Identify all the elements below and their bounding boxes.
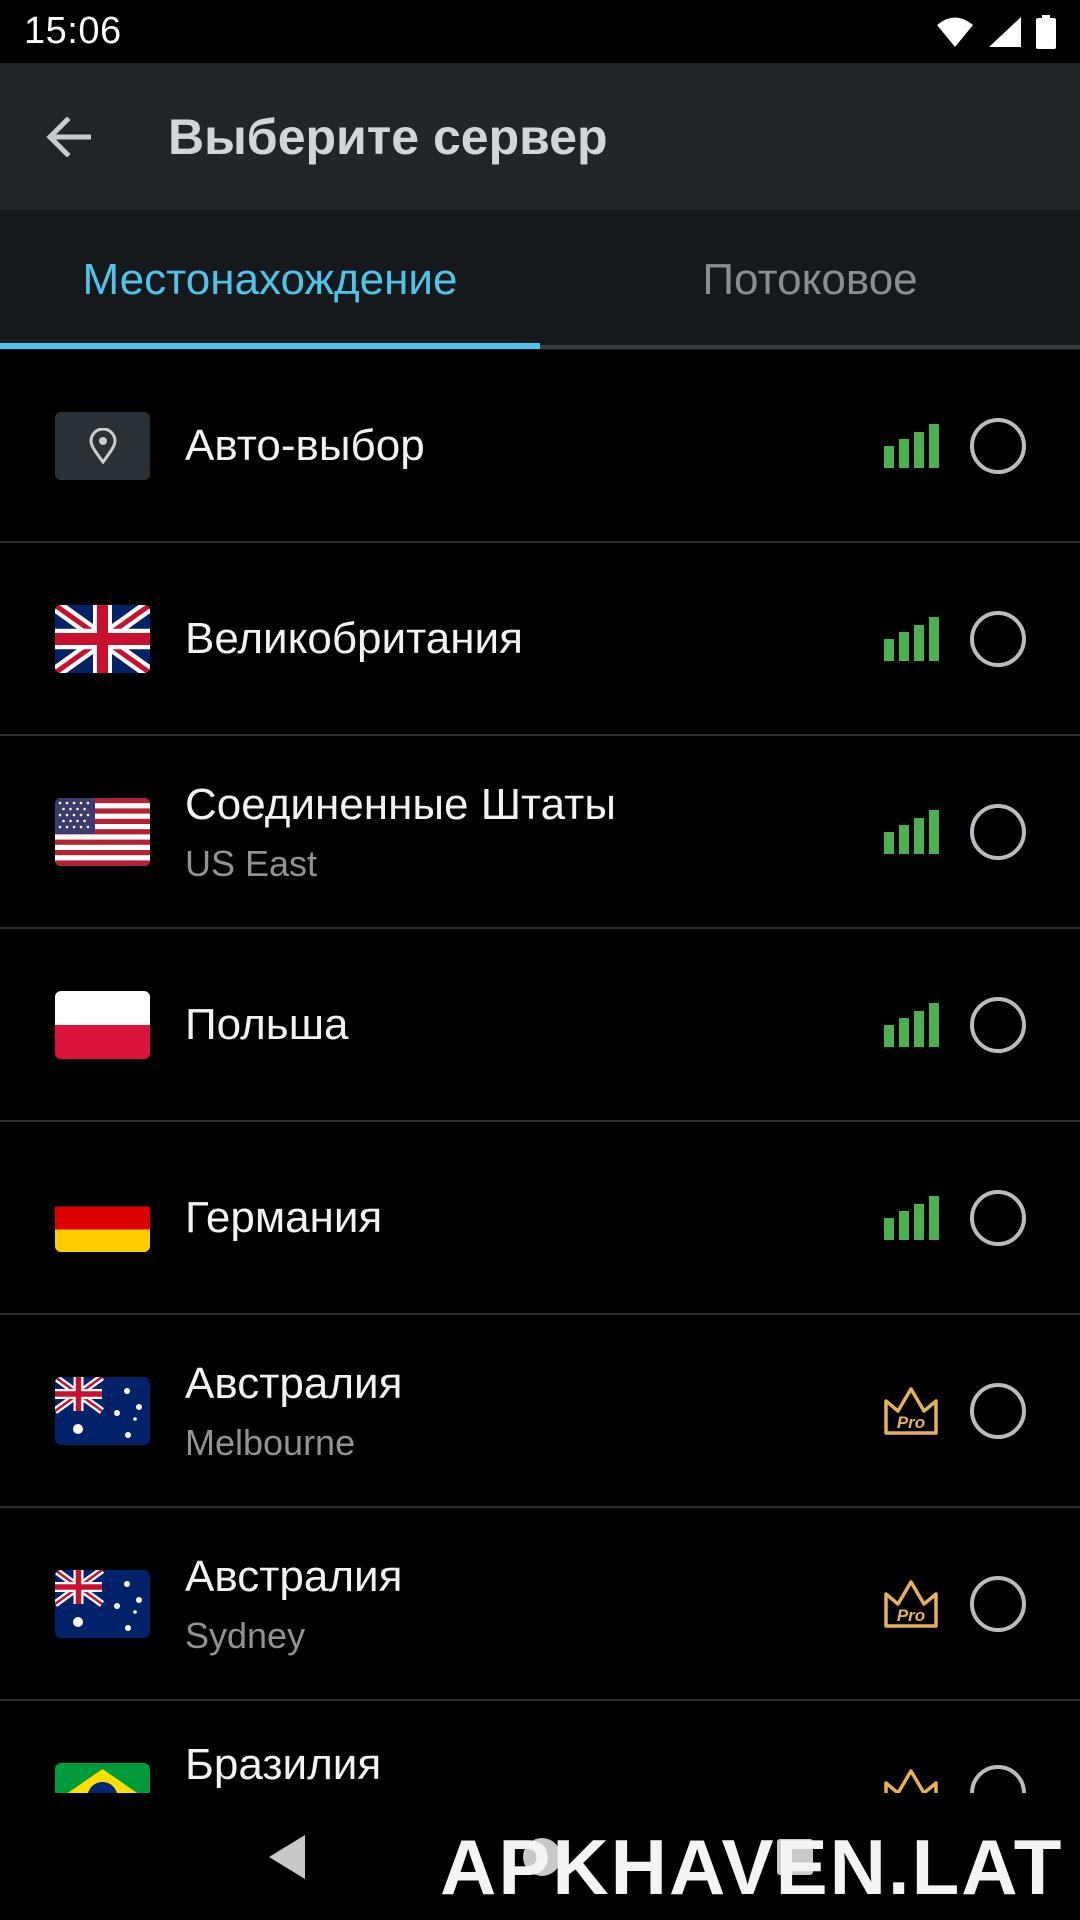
- server-name: Германия: [185, 1192, 383, 1242]
- server-row-brazil[interactable]: Бразилия: [0, 1701, 1080, 1793]
- signal-strength-icon: [884, 1195, 939, 1240]
- server-name: Австралия: [185, 1358, 403, 1408]
- pro-label: Pro: [897, 1606, 925, 1625]
- tab-divider: [540, 345, 1080, 349]
- server-texts: Германия: [185, 1190, 382, 1246]
- app-toolbar: Выберите сервер: [0, 63, 1080, 210]
- australia-flag-icon: [55, 1376, 150, 1445]
- tab-location[interactable]: Местонахождение: [0, 210, 540, 350]
- signal-strength-icon: [884, 616, 939, 661]
- cell-signal-icon: [989, 16, 1021, 47]
- status-time: 15:06: [24, 10, 122, 52]
- server-row-us-east[interactable]: Соединенные Штаты US East: [0, 736, 1080, 929]
- server-row-germany[interactable]: Германия: [0, 1122, 1080, 1315]
- server-texts: Австралия Sydney: [185, 1549, 402, 1659]
- server-name: Авто-выбор: [185, 420, 425, 470]
- pro-crown-icon: Pro: [884, 1579, 938, 1628]
- server-name: Соединенные Штаты: [185, 779, 616, 829]
- battery-icon: [1036, 14, 1056, 49]
- server-city: US East: [185, 842, 318, 884]
- server-name: Бразилия: [185, 1740, 382, 1789]
- server-row-uk[interactable]: Великобритания: [0, 543, 1080, 736]
- server-texts: Авто-выбор: [185, 418, 425, 474]
- server-texts: Польша: [185, 997, 349, 1053]
- server-name: Польша: [185, 999, 349, 1049]
- germany-flag-icon: [55, 1183, 150, 1252]
- pro-crown-icon: [884, 1769, 938, 1793]
- select-radio[interactable]: [970, 1382, 1026, 1439]
- brazil-flag-icon: [55, 1763, 150, 1793]
- select-radio[interactable]: [970, 803, 1026, 860]
- server-row-poland[interactable]: Польша: [0, 929, 1080, 1122]
- arrow-back-icon: [46, 116, 91, 157]
- server-city: Melbourne: [185, 1421, 356, 1463]
- server-texts: Бразилия: [185, 1737, 381, 1793]
- tab-bar: Местонахождение Потоковое: [0, 210, 1080, 350]
- server-row-auto[interactable]: Авто-выбор: [0, 350, 1080, 543]
- wifi-icon: [937, 17, 973, 47]
- signal-strength-icon: [884, 1002, 939, 1047]
- select-radio[interactable]: [970, 1189, 1026, 1246]
- nav-back-icon[interactable]: [265, 1833, 309, 1881]
- server-row-australia-sydney[interactable]: Австралия Sydney Pro: [0, 1508, 1080, 1701]
- server-texts: Австралия Melbourne: [185, 1356, 402, 1466]
- select-radio[interactable]: [970, 1575, 1026, 1632]
- signal-strength-icon: [884, 423, 939, 468]
- poland-flag-icon: [55, 990, 150, 1059]
- pro-label: Pro: [897, 1413, 925, 1432]
- page-title: Выберите сервер: [168, 108, 608, 165]
- server-row-australia-melbourne[interactable]: Австралия Melbourne Pro: [0, 1315, 1080, 1508]
- select-radio[interactable]: [970, 1765, 1026, 1793]
- watermark-text: APKHAVEN.LAT: [440, 1823, 1064, 1911]
- location-pin-icon: [55, 411, 150, 480]
- server-texts: Великобритания: [185, 611, 523, 667]
- back-button[interactable]: [8, 63, 128, 210]
- us-flag-icon: [55, 797, 150, 866]
- status-icons: [936, 14, 1056, 49]
- tab-indicator: [0, 343, 540, 349]
- server-list: Авто-выбор Великобритания Соединенные Шт…: [0, 350, 1080, 1793]
- signal-strength-icon: [884, 809, 939, 854]
- select-radio[interactable]: [970, 996, 1026, 1053]
- select-radio[interactable]: [970, 610, 1026, 667]
- server-texts: Соединенные Штаты US East: [185, 777, 616, 887]
- status-bar: 15:06: [0, 0, 1080, 63]
- server-city: Sydney: [185, 1614, 306, 1656]
- tab-streaming[interactable]: Потоковое: [540, 210, 1080, 350]
- server-name: Австралия: [185, 1551, 403, 1601]
- uk-flag-icon: [55, 604, 150, 673]
- pro-crown-icon: Pro: [884, 1386, 938, 1435]
- australia-flag-icon: [55, 1569, 150, 1638]
- server-name: Великобритания: [185, 613, 523, 663]
- select-radio[interactable]: [970, 417, 1026, 474]
